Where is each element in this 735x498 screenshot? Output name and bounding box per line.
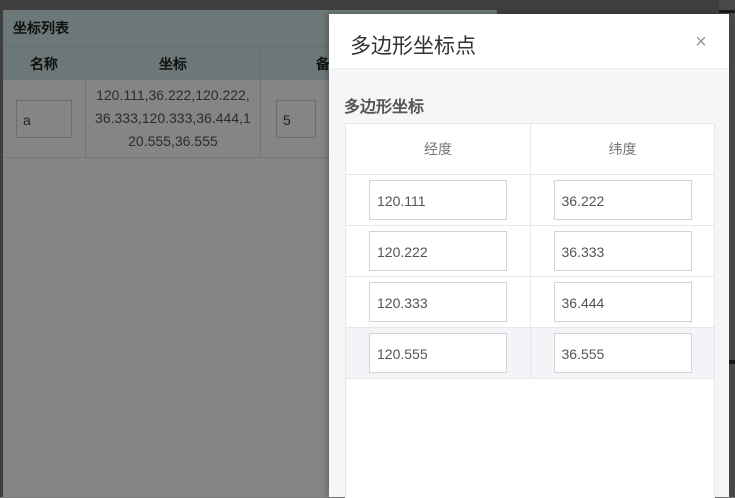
table-row: 120.555 36.555 bbox=[346, 327, 714, 379]
close-icon[interactable]: × bbox=[693, 32, 709, 52]
polygon-table-header: 经度 纬度 bbox=[346, 124, 714, 175]
section-title: 多边形坐标 bbox=[344, 99, 425, 116]
drawer-title: 多边形坐标点 bbox=[350, 35, 476, 58]
drawer-header: 多边形坐标点 × bbox=[329, 14, 729, 69]
table-row: 120.111 36.222 bbox=[346, 174, 714, 226]
latitude-input[interactable]: 36.555 bbox=[553, 333, 692, 373]
column-header-latitude: 纬度 bbox=[530, 124, 714, 175]
longitude-input[interactable]: 120.555 bbox=[369, 333, 507, 373]
polygon-table-container: 经度 纬度 120.111 36.222 120.222 36.333 120.… bbox=[345, 123, 715, 498]
longitude-input[interactable]: 120.111 bbox=[369, 180, 507, 220]
longitude-input[interactable]: 120.333 bbox=[369, 282, 507, 322]
table-row: 120.333 36.444 bbox=[346, 276, 714, 328]
table-row: 120.222 36.333 bbox=[346, 225, 714, 277]
polygon-drawer: 多边形坐标点 × 多边形坐标 经度 纬度 120.111 36.222 120.… bbox=[329, 14, 729, 498]
latitude-input[interactable]: 36.444 bbox=[553, 282, 692, 322]
polygon-table: 经度 纬度 120.111 36.222 120.222 36.333 120.… bbox=[346, 124, 714, 379]
column-header-longitude: 经度 bbox=[346, 124, 531, 175]
drawer-body: 多边形坐标 经度 纬度 120.111 36.222 120.222 36.33… bbox=[329, 69, 729, 498]
longitude-input[interactable]: 120.222 bbox=[369, 231, 507, 271]
latitude-input[interactable]: 36.333 bbox=[553, 231, 692, 271]
latitude-input[interactable]: 36.222 bbox=[553, 180, 692, 220]
